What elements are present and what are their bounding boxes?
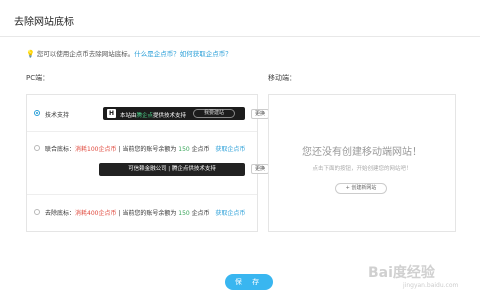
radio-joint-footer[interactable]: [34, 145, 40, 151]
tech-support-badge: H 本站由腾企点提供技术支持 我要建站: [103, 107, 245, 120]
badge-text: 本站由腾企点提供技术支持: [120, 112, 187, 119]
create-site-button[interactable]: + 创建新网站: [335, 183, 387, 194]
page-header: 去除网站底标: [0, 0, 480, 37]
option-tech-support[interactable]: 技术支持 H 本站由腾企点提供技术支持 我要建站 更换: [27, 95, 269, 132]
option-joint-footer[interactable]: 联合底标：消耗100企点币 | 当前您的账号余额为 150 企点币 获取企点币 …: [27, 132, 269, 195]
page-title: 去除网站底标: [14, 17, 74, 28]
mobile-label: 移动端：: [268, 74, 296, 82]
mobile-empty-subtitle: 点击下面的按钮，开始创建您的网站吧！: [312, 166, 412, 172]
watermark: Bai度经验: [368, 265, 435, 281]
mobile-empty-title: 您还没有创建移动端网站！: [302, 147, 422, 158]
mobile-panel: 您还没有创建移动端网站！ 点击下面的按钮，开始创建您的网站吧！ + 创建新网站: [268, 94, 456, 232]
watermark-url: jingyan.baidu.com: [403, 282, 459, 289]
help-link[interactable]: 什么是企点币？如何获取企点币？: [134, 50, 232, 58]
get-coins-link[interactable]: 获取企点币: [215, 210, 245, 217]
tip-text: 您可以使用企点币去除网站底标。: [36, 50, 135, 58]
pc-label: PC端：: [26, 74, 50, 82]
option-label: 技术支持: [45, 112, 70, 119]
radio-remove-footer[interactable]: [34, 209, 40, 215]
option-remove-footer[interactable]: 去除底标：消耗400企点币 | 当前您的账号余额为 150 企点币 获取企点币: [27, 195, 257, 231]
build-site-button[interactable]: 我要建站: [193, 109, 235, 118]
save-button[interactable]: 保 存: [225, 274, 273, 290]
pc-panel: 技术支持 H 本站由腾企点提供技术支持 我要建站 更换 联合底标：消耗100企点…: [26, 94, 269, 232]
replace-button[interactable]: 更换: [251, 164, 269, 174]
option-line: 联合底标：消耗100企点币 | 当前您的账号余额为 150 企点币 获取企点币: [45, 146, 246, 153]
lightbulb-icon: 💡: [26, 50, 35, 58]
tip-line: 💡 您可以使用企点币去除网站底标。什么是企点币？如何获取企点币？: [26, 48, 232, 58]
logo-icon: H: [107, 109, 116, 118]
radio-tech-support[interactable]: [34, 110, 40, 116]
option-line: 去除底标：消耗400企点币 | 当前您的账号余额为 150 企点币 获取企点币: [45, 210, 246, 217]
joint-badge: 可信赖金融公司 | 腾企点供技术支持: [99, 163, 245, 176]
get-coins-link[interactable]: 获取企点币: [215, 146, 245, 153]
replace-button[interactable]: 更换: [251, 109, 269, 119]
